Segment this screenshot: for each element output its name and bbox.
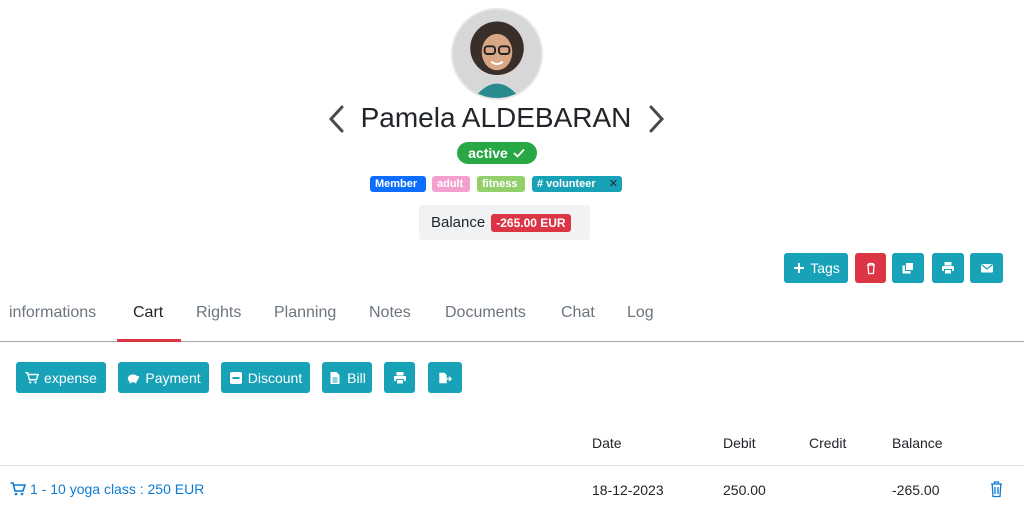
add-tags-label: Tags	[810, 260, 840, 276]
tab-bar: informations Cart Rights Planning Notes …	[0, 290, 1024, 342]
add-payment-button[interactable]: Payment	[118, 362, 209, 393]
cart-icon	[25, 371, 40, 384]
tag-member[interactable]: Member	[370, 176, 426, 192]
bill-label: Bill	[347, 369, 366, 386]
piggy-bank-icon	[128, 374, 140, 383]
add-tags-button[interactable]: Tags	[784, 253, 848, 283]
balance-badge: -265.00 EUR	[491, 213, 571, 232]
tab-planning[interactable]: Planning	[274, 304, 336, 322]
minus-square-icon	[229, 371, 242, 384]
delete-member-button[interactable]	[855, 253, 886, 283]
printer-icon	[393, 371, 406, 384]
previous-member-chevron-icon[interactable]	[325, 102, 347, 136]
tab-log[interactable]: Log	[627, 304, 654, 322]
status-badge: active	[457, 142, 537, 164]
tag-fitness[interactable]: fitness	[477, 176, 525, 192]
column-header-balance: Balance	[892, 435, 943, 451]
expense-label: expense	[44, 369, 97, 386]
row-balance: -265.00	[892, 482, 940, 498]
tab-cart[interactable]: Cart	[133, 304, 163, 322]
next-member-chevron-icon[interactable]	[646, 102, 668, 136]
cart-icon	[10, 482, 26, 496]
tab-documents[interactable]: Documents	[445, 304, 526, 322]
item-label: 1 - 10 yoga class : 250 EUR	[30, 481, 205, 497]
payment-label: Payment	[145, 369, 201, 386]
export-cart-button[interactable]	[428, 362, 462, 393]
column-header-credit: Credit	[809, 435, 847, 451]
column-header-debit: Debit	[723, 435, 756, 451]
balance-label: Balance	[431, 214, 486, 231]
tab-notes[interactable]: Notes	[369, 304, 411, 322]
file-export-icon	[439, 372, 452, 383]
tab-rights[interactable]: Rights	[196, 304, 241, 322]
tag-volunteer-label: # volunteer	[537, 178, 596, 190]
column-header-date: Date	[592, 435, 622, 451]
email-button[interactable]	[970, 253, 1003, 283]
trash-icon	[866, 262, 875, 275]
tab-informations[interactable]: informations	[9, 304, 96, 322]
tag-adult[interactable]: adult	[432, 176, 470, 192]
add-discount-button[interactable]: Discount	[221, 362, 310, 393]
balance-summary: Balance -265.00 EUR	[419, 205, 590, 240]
add-expense-button[interactable]: expense	[16, 362, 106, 393]
plus-icon	[794, 263, 805, 273]
tab-chat[interactable]: Chat	[561, 304, 595, 322]
table-divider	[0, 465, 1024, 466]
status-label: active	[468, 145, 508, 161]
discount-label: Discount	[247, 369, 303, 386]
copy-icon	[902, 262, 914, 274]
table-row-item-link[interactable]: 1 - 10 yoga class : 250 EUR	[10, 481, 204, 497]
active-tab-indicator	[117, 339, 181, 342]
tag-volunteer[interactable]: # volunteer ✕	[532, 176, 622, 192]
row-date: 18-12-2023	[592, 482, 664, 498]
avatar	[451, 8, 543, 100]
check-icon	[513, 148, 525, 158]
row-debit: 250.00	[723, 482, 766, 498]
duplicate-button[interactable]	[892, 253, 924, 283]
print-button[interactable]	[932, 253, 964, 283]
remove-tag-icon[interactable]: ✕	[609, 176, 618, 192]
delete-row-trash-icon[interactable]	[989, 480, 1004, 498]
print-cart-button[interactable]	[384, 362, 415, 393]
envelope-icon	[980, 264, 993, 273]
create-bill-button[interactable]: Bill	[322, 362, 372, 393]
printer-icon	[942, 262, 954, 275]
member-name: Pamela ALDEBARAN	[360, 102, 632, 133]
document-icon	[330, 371, 340, 384]
